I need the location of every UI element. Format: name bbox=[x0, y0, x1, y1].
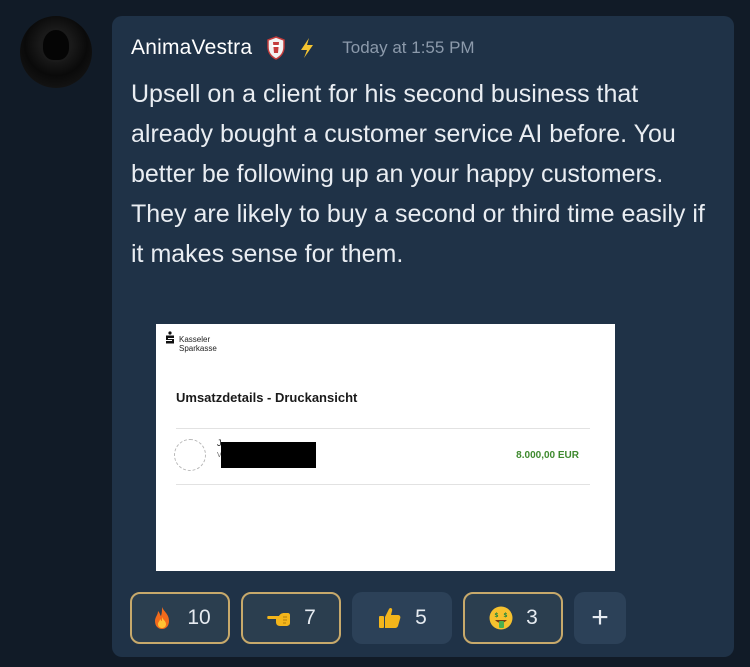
reaction-thumbs-up[interactable]: 5 bbox=[352, 592, 452, 644]
username[interactable]: AnimaVestra bbox=[131, 36, 252, 60]
add-reaction-button[interactable]: + bbox=[574, 592, 626, 644]
sparkasse-logo-icon bbox=[165, 331, 175, 344]
redaction-bar bbox=[221, 442, 316, 468]
chess-piece-icon: ♝ bbox=[79, 73, 91, 88]
message-text: Upsell on a client for his second busine… bbox=[131, 80, 705, 268]
transaction-amount: 8.000,00 EUR bbox=[516, 450, 579, 461]
statue-icon bbox=[43, 30, 69, 60]
reaction-count: 7 bbox=[304, 606, 316, 629]
svg-text:$: $ bbox=[504, 612, 508, 619]
bank-name: Kasseler Sparkasse bbox=[179, 335, 217, 353]
shield-icon[interactable] bbox=[266, 36, 286, 60]
reaction-count: 3 bbox=[526, 606, 538, 629]
avatar[interactable]: ♝ bbox=[20, 16, 92, 88]
message-card: AnimaVestra Today at 1:55 PM Upsell on a… bbox=[112, 16, 734, 657]
message-header: AnimaVestra Today at 1:55 PM bbox=[131, 34, 475, 62]
bank-name-line1: Kasseler bbox=[179, 335, 211, 344]
divider bbox=[176, 428, 590, 429]
reaction-fire[interactable]: 10 bbox=[130, 592, 230, 644]
document-title: Umsatzdetails - Druckansicht bbox=[176, 390, 358, 405]
divider bbox=[176, 484, 590, 485]
reactions-bar: 10 7 5 $ $ 3 + bbox=[130, 592, 626, 644]
timestamp: Today at 1:55 PM bbox=[342, 38, 475, 57]
lightning-icon[interactable] bbox=[298, 37, 316, 59]
reaction-count: 10 bbox=[187, 606, 211, 629]
image-attachment[interactable]: Kasseler Sparkasse Umsatzdetails - Druck… bbox=[156, 324, 615, 571]
bank-logo: Kasseler Sparkasse bbox=[165, 331, 217, 353]
bank-name-line2: Sparkasse bbox=[179, 344, 217, 353]
reaction-count: 5 bbox=[415, 606, 427, 629]
transaction-avatar-placeholder bbox=[174, 439, 206, 471]
svg-text:$: $ bbox=[495, 612, 499, 619]
reaction-pointing-hand[interactable]: 7 bbox=[241, 592, 341, 644]
pointing-hand-icon bbox=[266, 605, 292, 631]
reaction-money-mouth[interactable]: $ $ 3 bbox=[463, 592, 563, 644]
thumbs-up-icon bbox=[377, 605, 403, 631]
fire-icon bbox=[149, 605, 175, 631]
money-mouth-face-icon: $ $ bbox=[488, 605, 514, 631]
